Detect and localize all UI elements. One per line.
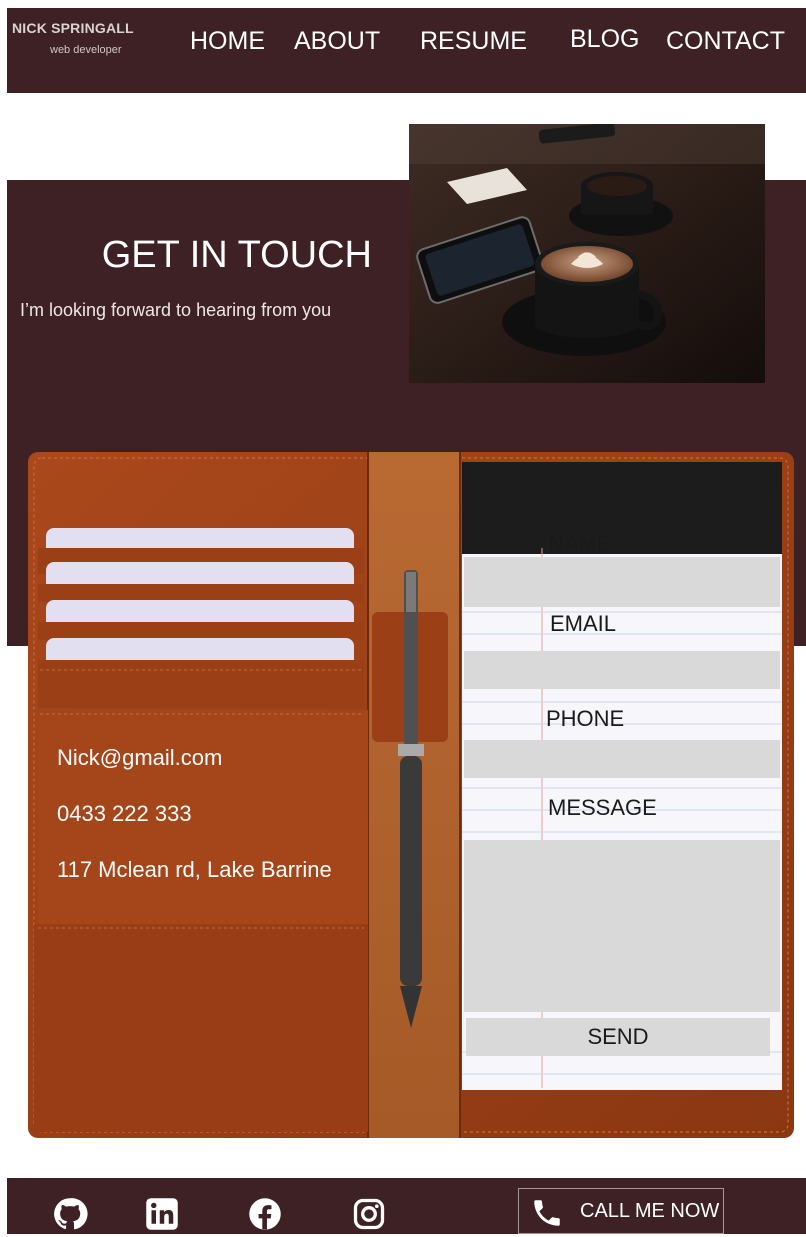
linkedin-icon[interactable]	[144, 1196, 180, 1232]
name-input[interactable]	[464, 557, 780, 607]
phone-icon	[530, 1196, 564, 1230]
contact-email[interactable]: Nick@gmail.com	[57, 745, 222, 771]
nav-blog[interactable]: BLOG	[570, 25, 639, 54]
brand-tagline: web developer	[50, 44, 122, 56]
contact-phone[interactable]: 0433 222 333	[57, 801, 192, 827]
message-label: MESSAGE	[548, 795, 657, 820]
nav-contact[interactable]: CONTACT	[666, 27, 785, 56]
email-label: EMAIL	[550, 611, 617, 636]
nav-about[interactable]: ABOUT	[294, 27, 380, 56]
message-textarea[interactable]	[464, 840, 780, 1012]
name-label: NAME	[548, 531, 612, 556]
facebook-icon[interactable]	[247, 1196, 283, 1232]
phone-input[interactable]	[464, 740, 780, 778]
github-icon[interactable]	[52, 1196, 88, 1232]
page-subtitle: I’m looking forward to hearing from you	[20, 300, 332, 320]
email-input[interactable]	[464, 651, 780, 689]
send-button[interactable]: SEND	[466, 1018, 770, 1056]
nav-home[interactable]: HOME	[190, 27, 265, 56]
page-title: GET IN TOUCH	[101, 234, 372, 276]
nav-resume[interactable]: RESUME	[420, 27, 527, 56]
coffee-photo	[409, 124, 765, 383]
brand-name[interactable]: NICK SPRINGALL	[12, 20, 134, 36]
phone-label: PHONE	[546, 706, 625, 731]
contact-address: 117 Mclean rd, Lake Barrine	[57, 857, 332, 882]
instagram-icon[interactable]	[351, 1196, 387, 1232]
call-me-label: CALL ME NOW	[580, 1200, 720, 1222]
